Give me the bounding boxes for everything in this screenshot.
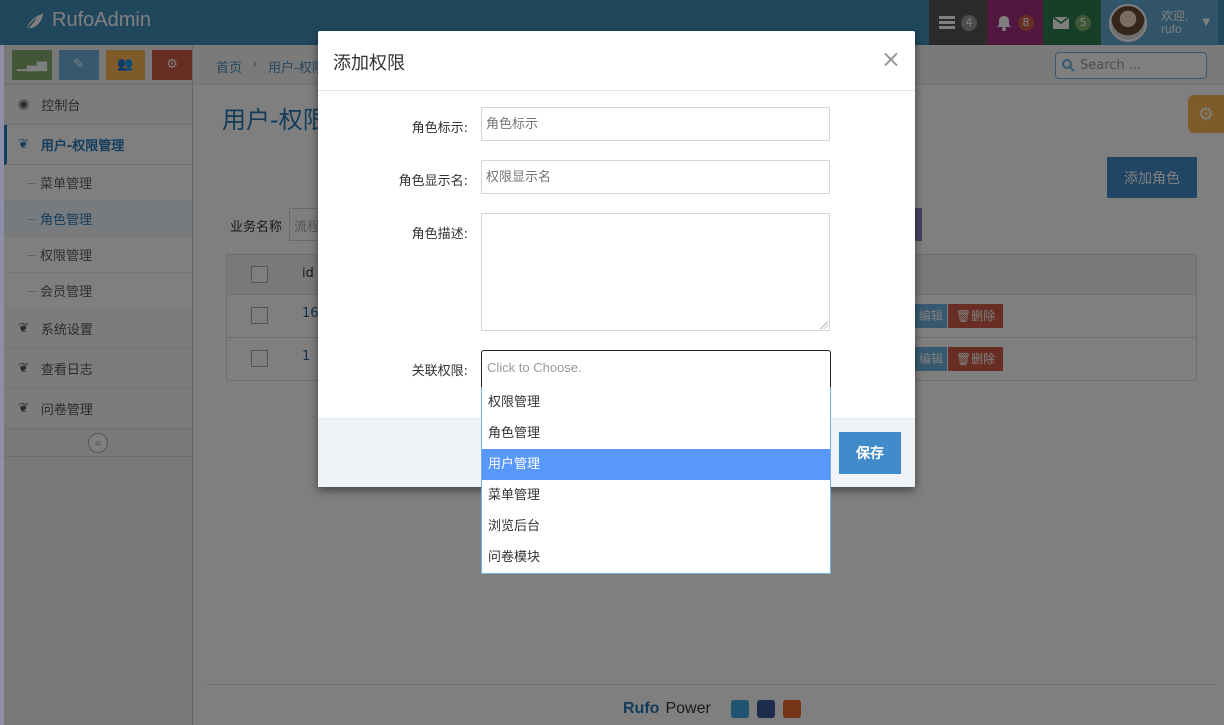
permissions-select[interactable]: Click to Choose. xyxy=(481,350,831,388)
dropdown-option[interactable]: 问卷模块 xyxy=(482,542,830,573)
display-name-label: 角色显示名: xyxy=(398,174,468,189)
display-name-input[interactable] xyxy=(481,160,830,194)
left-edge-strip xyxy=(0,45,4,725)
modal-title: 添加权限 xyxy=(333,53,405,74)
dropdown-option-highlighted[interactable]: 用户管理 xyxy=(482,449,830,480)
dropdown-option[interactable]: 浏览后台 xyxy=(482,511,830,542)
permissions-label: 关联权限: xyxy=(411,364,468,379)
dropdown-option[interactable]: 菜单管理 xyxy=(482,480,830,511)
role-id-label: 角色标示: xyxy=(411,121,468,136)
description-textarea[interactable] xyxy=(481,213,830,331)
role-id-input[interactable] xyxy=(481,107,830,141)
description-label: 角色描述: xyxy=(411,227,468,242)
modal-header: 添加权限 × xyxy=(318,31,915,91)
dropdown-option[interactable]: 角色管理 xyxy=(482,418,830,449)
dropdown-option[interactable]: 权限管理 xyxy=(482,387,830,418)
save-button[interactable]: 保存 xyxy=(839,432,901,474)
permissions-dropdown: 权限管理 角色管理 用户管理 菜单管理 浏览后台 问卷模块 xyxy=(481,387,831,574)
close-icon[interactable]: × xyxy=(881,47,901,71)
resize-grip-icon[interactable] xyxy=(820,321,828,329)
